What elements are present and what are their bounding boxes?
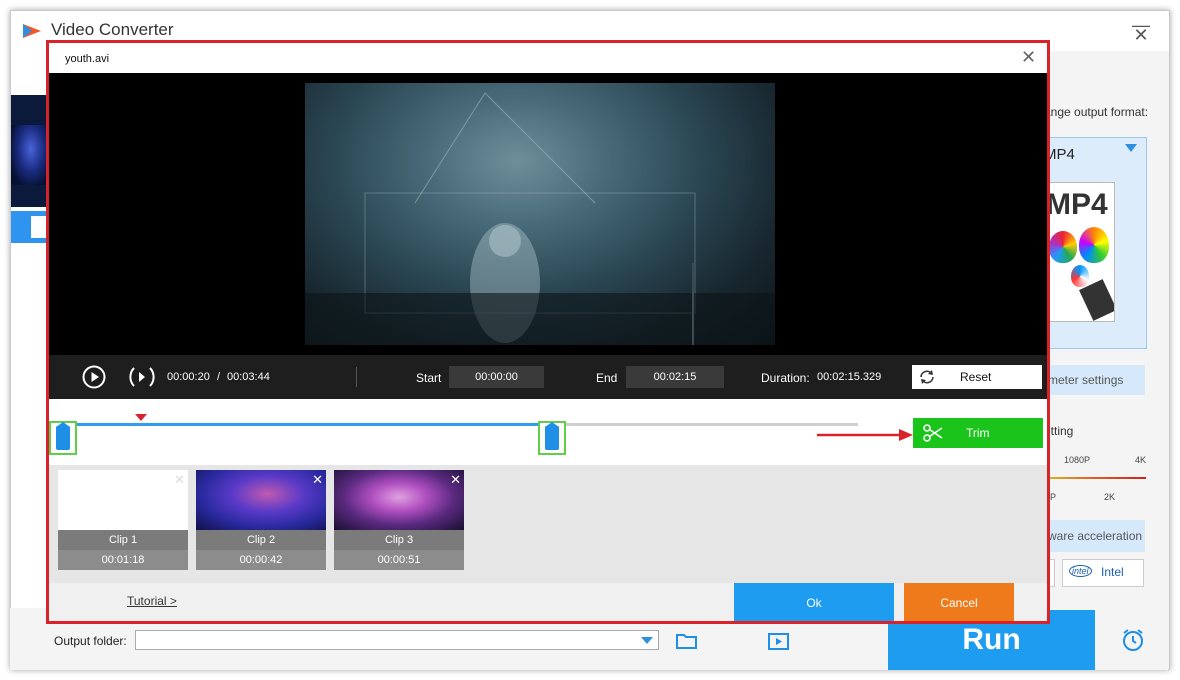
output-folder-label: Output folder:: [54, 634, 127, 648]
divider: [356, 367, 357, 387]
clip-name: Clip 2: [196, 530, 326, 550]
close-icon[interactable]: ✕: [1021, 47, 1036, 68]
cancel-button[interactable]: Cancel: [904, 583, 1014, 621]
annotation-arrow-icon: [817, 429, 913, 441]
clip-name: Clip 3: [334, 530, 464, 550]
dialog-title: youth.avi: [65, 53, 110, 65]
alarm-clock-icon[interactable]: [1120, 627, 1146, 653]
file-thumbnail[interactable]: [11, 95, 51, 207]
trim-label: Trim: [966, 426, 990, 440]
clip-thumbnail: [334, 470, 464, 530]
app-title: Video Converter: [51, 20, 174, 39]
output-folder-input[interactable]: [135, 630, 659, 650]
start-label: Start: [416, 371, 442, 385]
clip-duration: 00:00:51: [334, 550, 464, 570]
clip-item[interactable]: ✕ Clip 3 00:00:51: [334, 470, 464, 570]
remove-clip-icon[interactable]: ✕: [450, 472, 461, 488]
app-logo-icon: [23, 24, 41, 38]
next-frame-icon[interactable]: [129, 365, 155, 389]
reset-button[interactable]: Reset: [912, 365, 1042, 389]
resolution-tick-1080p: 1080P: [1064, 455, 1091, 465]
clip-thumbnail: [196, 470, 326, 530]
time-separator: /: [217, 371, 221, 383]
close-icon[interactable]: ✕: [1126, 25, 1156, 46]
media-folder-icon[interactable]: [767, 630, 791, 652]
clip-item[interactable]: ✕ Clip 1 00:01:18: [58, 470, 188, 570]
end-label: End: [596, 371, 618, 385]
clip-name: Clip 1: [58, 530, 188, 550]
folder-icon[interactable]: [675, 631, 699, 651]
play-icon[interactable]: [82, 365, 106, 389]
output-folder-dropdown-icon[interactable]: [641, 637, 653, 644]
start-trim-handle[interactable]: [49, 421, 77, 455]
reset-icon: [920, 370, 934, 384]
file-edit-tab[interactable]: [11, 211, 53, 243]
duration-value: 00:02:15.329: [817, 371, 882, 383]
duration-label: Duration:: [761, 371, 810, 385]
output-format-name: MP4: [1044, 146, 1075, 163]
resolution-tick-2k: 2K: [1104, 492, 1116, 502]
playhead-marker[interactable]: [135, 414, 147, 421]
scissors-icon: [923, 424, 943, 442]
ok-button[interactable]: Ok: [734, 583, 894, 621]
quality-setting-label: etting: [1044, 424, 1074, 438]
clip-duration: 00:00:42: [196, 550, 326, 570]
remove-clip-icon[interactable]: ✕: [174, 472, 185, 488]
trim-dialog: youth.avi ✕ 00:00:20 / 00:03:44 Start 00…: [46, 40, 1050, 624]
remove-clip-icon[interactable]: ✕: [312, 472, 323, 488]
clip-duration: 00:01:18: [58, 550, 188, 570]
dialog-footer: [49, 583, 1047, 621]
current-time: 00:00:20: [167, 371, 210, 383]
trim-button[interactable]: Trim: [913, 418, 1043, 448]
video-preview: [305, 83, 775, 345]
gpu-intel-label: Intel: [1101, 565, 1124, 579]
format-artwork-text: MP4: [1046, 188, 1108, 221]
resolution-tick-4k: 4K: [1135, 455, 1147, 465]
quality-slider[interactable]: [1040, 477, 1146, 479]
clip-item[interactable]: ✕ Clip 2 00:00:42: [196, 470, 326, 570]
tutorial-link[interactable]: Tutorial >: [127, 594, 177, 608]
dropdown-arrow-icon[interactable]: [1125, 144, 1137, 152]
output-format-label: ange output format:: [1044, 105, 1149, 119]
end-trim-handle[interactable]: [538, 421, 566, 455]
clip-thumbnail: [58, 470, 188, 530]
reset-label: Reset: [960, 370, 992, 384]
total-time: 00:03:44: [227, 371, 270, 383]
hardware-acceleration-button[interactable]: ware acceleration: [1040, 520, 1145, 552]
start-time-input[interactable]: 00:00:00: [449, 366, 544, 388]
parameter-settings-button[interactable]: meter settings: [1040, 365, 1145, 395]
end-time-input[interactable]: 00:02:15: [626, 366, 724, 388]
intel-logo-icon: intel: [1069, 565, 1092, 577]
selected-range: [63, 423, 551, 426]
